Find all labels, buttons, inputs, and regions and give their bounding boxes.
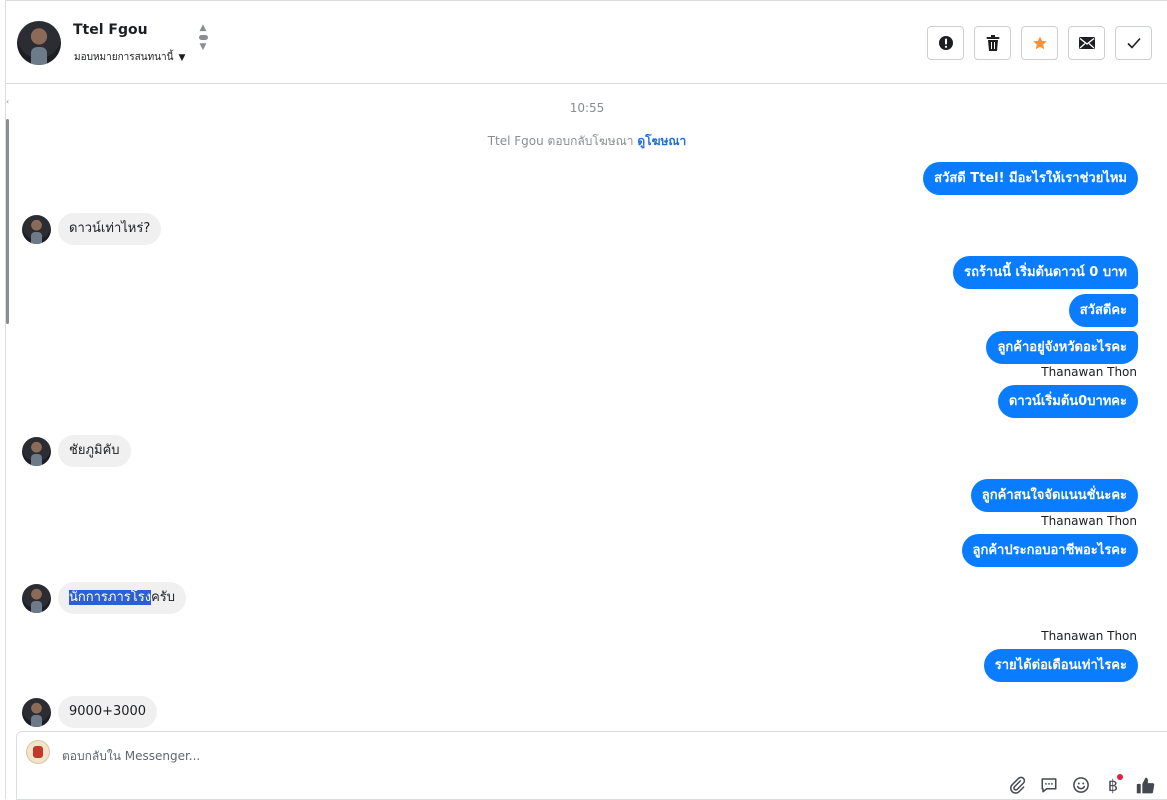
mark-done-button[interactable]	[1115, 26, 1152, 60]
message-composer: ตอบกลับใน Messenger... ฿	[16, 731, 1167, 800]
ad-reply-text: Ttel Fgou ตอบกลับโฆษณา	[487, 134, 634, 148]
outgoing-message[interactable]: สวัสดี Ttel! มีอะไรให้เราช่วยไหม	[923, 162, 1138, 195]
incoming-message[interactable]: ชัยภูมิคับ	[58, 435, 131, 467]
incoming-message-row: ชัยภูมิคับ	[22, 435, 131, 467]
previous-conversation-icon[interactable]: ▲	[200, 23, 207, 33]
contact-avatar-small[interactable]	[22, 214, 51, 244]
conversation-header: Ttel Fgou มอบหมายการสนทนานี้ ▼ ▲ ▼	[6, 1, 1167, 84]
sender-name: Thanawan Thon	[1041, 629, 1137, 643]
delete-button[interactable]	[974, 26, 1011, 60]
contact-avatar-small[interactable]	[22, 583, 51, 613]
next-conversation-icon[interactable]: ▼	[200, 42, 207, 52]
caret-down-icon: ▼	[178, 52, 186, 63]
inbox-conversation-panel: ‹ Ttel Fgou มอบหมายการสนทนานี้ ▼ ▲ ▼ 10:…	[5, 0, 1167, 800]
envelope-icon	[1078, 37, 1095, 49]
emoji-button[interactable]	[1071, 775, 1091, 795]
paperclip-icon	[1010, 776, 1026, 794]
ad-reply-notice: Ttel Fgou ตอบกลับโฆษณา ดูโฆษณา	[6, 132, 1167, 151]
trash-icon	[986, 35, 999, 51]
contact-avatar-small[interactable]	[22, 436, 51, 466]
mark-spam-button[interactable]	[927, 26, 964, 60]
assign-conversation-dropdown[interactable]: มอบหมายการสนทนานี้ ▼	[74, 50, 185, 65]
selected-text[interactable]: นักการภารโรง	[69, 590, 152, 605]
check-icon	[1126, 37, 1141, 49]
outgoing-message[interactable]: รายได้ต่อเดือนเท่าไรคะ	[983, 649, 1138, 682]
incoming-message-row: 9000+3000	[22, 696, 158, 728]
incoming-message-row: นักการภารโรงครับ	[22, 582, 187, 614]
thumbs-up-icon	[1136, 777, 1154, 793]
exclamation-icon	[938, 36, 953, 50]
star-icon	[1032, 36, 1047, 50]
message-thread[interactable]: 10:55 Ttel Fgou ตอบกลับโฆษณา ดูโฆษณา สวั…	[6, 85, 1167, 730]
payment-button[interactable]: ฿	[1103, 774, 1123, 795]
outgoing-message[interactable]: ลูกค้าสนใจจัดแนนชั่นะคะ	[970, 479, 1138, 512]
nav-handle	[198, 35, 208, 40]
star-button[interactable]	[1021, 26, 1058, 60]
conversation-nav: ▲ ▼	[197, 23, 209, 52]
outgoing-message[interactable]: สวัสดีคะ	[1068, 294, 1138, 327]
sender-name: Thanawan Thon	[1041, 365, 1137, 379]
outgoing-message[interactable]: ดาวน์เริ่มต้น0บาทคะ	[997, 385, 1138, 418]
outgoing-message[interactable]: ลูกค้าอยู่จังหวัดอะไรคะ	[986, 331, 1138, 364]
saved-reply-icon	[1041, 778, 1057, 793]
timestamp: 10:55	[569, 101, 605, 115]
attach-button[interactable]	[1007, 775, 1027, 795]
assign-label: มอบหมายการสนทนานี้	[74, 52, 174, 63]
contact-avatar-small[interactable]	[22, 697, 51, 727]
outgoing-message[interactable]: ลูกค้าประกอบอาชีพอะไรคะ	[961, 534, 1138, 567]
contact-avatar[interactable]	[17, 21, 61, 65]
message-text: ครับ	[151, 590, 176, 605]
contact-name[interactable]: Ttel Fgou	[73, 22, 148, 38]
incoming-message[interactable]: ดาวน์เท่าไหร่?	[58, 213, 162, 245]
emoji-icon	[1073, 777, 1089, 793]
notification-dot	[1117, 774, 1123, 780]
page-avatar	[26, 740, 50, 764]
incoming-message[interactable]: 9000+3000	[58, 696, 158, 728]
composer-tools: ฿	[1007, 774, 1155, 795]
reply-input[interactable]: ตอบกลับใน Messenger...	[62, 747, 200, 766]
mark-unread-button[interactable]	[1068, 26, 1105, 60]
incoming-message[interactable]: นักการภารโรงครับ	[58, 582, 187, 614]
view-ad-link[interactable]: ดูโฆษณา	[637, 134, 686, 148]
incoming-message-row: ดาวน์เท่าไหร่?	[22, 213, 162, 245]
like-button[interactable]	[1135, 775, 1155, 795]
outgoing-message[interactable]: รถร้านนี้ เริ่มต้นดาวน์ 0 บาท	[953, 256, 1138, 289]
header-actions	[927, 26, 1152, 60]
saved-reply-button[interactable]	[1039, 775, 1059, 795]
sender-name: Thanawan Thon	[1041, 514, 1137, 528]
